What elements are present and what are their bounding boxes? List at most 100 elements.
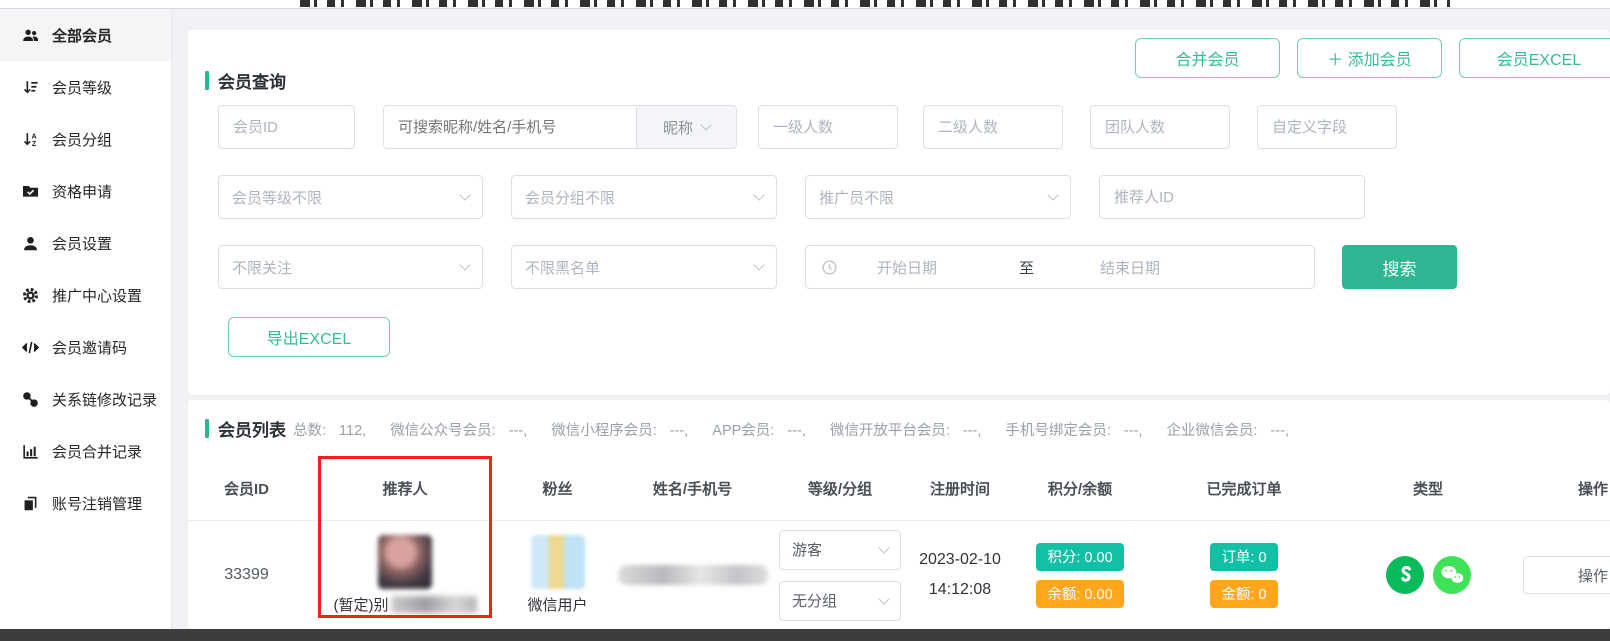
cell-level-group: 游客 无分组 — [775, 527, 905, 624]
chevron-down-icon — [700, 119, 711, 130]
sidebar-item-label: 账号注销管理 — [52, 493, 142, 514]
stat-app: APP会员:---, — [712, 419, 806, 440]
sidebar-item-member-levels[interactable]: 会员等级 — [0, 61, 171, 113]
column-header-type: 类型 — [1343, 478, 1513, 499]
level1-count-input[interactable] — [758, 105, 898, 149]
group-select[interactable]: 无分组 — [779, 581, 901, 621]
reg-time: 14:12:08 — [929, 578, 991, 603]
clock-icon — [820, 258, 839, 277]
sidebar-item-invite-code[interactable]: 会员邀请码 — [0, 321, 171, 373]
section-accent-bar — [205, 419, 209, 438]
level2-count-input[interactable] — [923, 105, 1063, 149]
folder-check-icon — [20, 181, 40, 201]
sidebar-item-label: 全部会员 — [52, 25, 112, 46]
user-icon — [20, 233, 40, 253]
column-header-referrer: 推荐人 — [305, 478, 505, 499]
level-select[interactable]: 游客 — [779, 530, 901, 570]
sort-numeric-icon — [20, 77, 40, 97]
chevron-down-icon — [753, 189, 764, 200]
amount-badge: 金额: 0 — [1210, 580, 1277, 608]
member-level-select[interactable]: 会员等级不限 — [218, 175, 483, 219]
member-excel-button[interactable]: 会员EXCEL — [1459, 38, 1610, 78]
list-section-header: 会员列表 — [205, 416, 286, 441]
date-range-picker[interactable]: 开始日期 至 结束日期 — [805, 245, 1315, 289]
sidebar-item-relation-log[interactable]: 关系链修改记录 — [0, 373, 171, 425]
cell-reg-time: 2023-02-10 14:12:08 — [905, 548, 1015, 603]
users-icon — [20, 25, 40, 45]
sidebar-item-label: 会员分组 — [52, 129, 112, 150]
keyword-search-group: 昵称 — [383, 105, 737, 149]
sidebar-item-member-groups[interactable]: AZ 会员分组 — [0, 113, 171, 165]
sidebar-item-promotion-settings[interactable]: 推广中心设置 — [0, 269, 171, 321]
bottom-scrollbar[interactable] — [0, 629, 1610, 641]
code-icon — [20, 337, 40, 357]
column-header-level-group: 等级/分组 — [775, 478, 905, 499]
level-select-value: 游客 — [792, 539, 822, 560]
sidebar-item-label: 资格申请 — [52, 181, 112, 202]
column-header-completed-orders: 已完成订单 — [1145, 478, 1343, 499]
follow-filter-select[interactable]: 不限关注 — [218, 245, 483, 289]
member-group-select[interactable]: 会员分组不限 — [511, 175, 777, 219]
column-header-name-phone: 姓名/手机号 — [610, 478, 775, 499]
table-row: 33399 (暂定)别 微信用户 游客 无分组 — [188, 520, 1610, 629]
follow-filter-value: 不限关注 — [232, 257, 292, 278]
export-excel-button[interactable]: 导出EXCEL — [228, 317, 390, 357]
wechat-icon — [1433, 556, 1471, 594]
sidebar-item-all-members[interactable]: 全部会员 — [0, 9, 171, 61]
cell-actions: 操作 — [1513, 556, 1610, 594]
custom-field-input[interactable] — [1257, 105, 1397, 149]
referrer-avatar — [378, 535, 432, 589]
referrer-name: (暂定)别 — [334, 594, 477, 615]
member-list-panel: 会员列表 总数:112, 微信公众号会员:---, 微信小程序会员:---, A… — [188, 400, 1610, 629]
referrer-name-prefix: (暂定)别 — [334, 594, 389, 615]
stat-wechat-official: 微信公众号会员:---, — [390, 419, 527, 440]
query-panel-title: 会员查询 — [218, 68, 286, 93]
search-button[interactable]: 搜索 — [1342, 245, 1457, 289]
promoter-select-value: 推广员不限 — [819, 187, 894, 208]
cell-points-balance: 积分: 0.00 余额: 0.00 — [1015, 541, 1145, 610]
section-accent-bar — [205, 71, 209, 90]
chevron-down-icon — [459, 189, 470, 200]
sidebar: 全部会员 会员等级 AZ 会员分组 资格申请 会员设置 推广中心设置 会员邀请码… — [0, 9, 172, 629]
cell-name-phone — [610, 565, 775, 585]
chevron-down-icon — [878, 542, 889, 553]
row-action-button[interactable]: 操作 — [1523, 556, 1610, 594]
stat-enterprise-wechat: 企业微信会员:---, — [1166, 419, 1289, 440]
sort-alpha-icon: AZ — [20, 129, 40, 149]
name-censored — [618, 565, 768, 585]
cell-member-id: 33399 — [188, 566, 305, 584]
sidebar-item-merge-records[interactable]: 会员合并记录 — [0, 425, 171, 477]
sidebar-item-qualification[interactable]: 资格申请 — [0, 165, 171, 217]
date-range-to-label: 至 — [1019, 257, 1034, 278]
chevron-down-icon — [1047, 189, 1058, 200]
keyword-type-select[interactable]: 昵称 — [636, 106, 736, 148]
sidebar-item-label: 会员设置 — [52, 233, 112, 254]
keyword-input[interactable] — [384, 106, 636, 148]
sidebar-item-label: 关系链修改记录 — [52, 389, 157, 410]
promoter-select[interactable]: 推广员不限 — [805, 175, 1071, 219]
query-section-header: 会员查询 — [205, 68, 286, 93]
sidebar-item-member-settings[interactable]: 会员设置 — [0, 217, 171, 269]
reg-date: 2023-02-10 — [919, 548, 1001, 573]
sidebar-item-label: 会员合并记录 — [52, 441, 142, 462]
clipped-header-text — [300, 0, 1450, 7]
date-end-placeholder: 结束日期 — [1100, 257, 1160, 278]
wechat-miniprogram-icon — [1386, 556, 1424, 594]
date-start-placeholder: 开始日期 — [877, 257, 937, 278]
chevron-down-icon — [753, 259, 764, 270]
sidebar-item-account-cancellation[interactable]: 账号注销管理 — [0, 477, 171, 529]
column-header-points-balance: 积分/余额 — [1015, 478, 1145, 499]
table-header-row: 会员ID 推荐人 粉丝 姓名/手机号 等级/分组 注册时间 积分/余额 已完成订… — [188, 456, 1610, 520]
add-member-button[interactable]: ＋ 添加会员 — [1297, 38, 1442, 78]
referrer-id-input[interactable] — [1099, 175, 1365, 219]
column-header-member-id: 会员ID — [188, 478, 305, 499]
merge-members-button[interactable]: 合并会员 — [1135, 38, 1280, 78]
fans-avatar — [531, 535, 585, 589]
member-id-input[interactable] — [218, 105, 355, 149]
team-count-input[interactable] — [1090, 105, 1230, 149]
chevron-down-icon — [459, 259, 470, 270]
blacklist-filter-select[interactable]: 不限黑名单 — [511, 245, 777, 289]
orders-badge: 订单: 0 — [1210, 543, 1277, 571]
stat-total: 总数:112, — [293, 419, 366, 440]
group-select-value: 无分组 — [792, 590, 837, 611]
